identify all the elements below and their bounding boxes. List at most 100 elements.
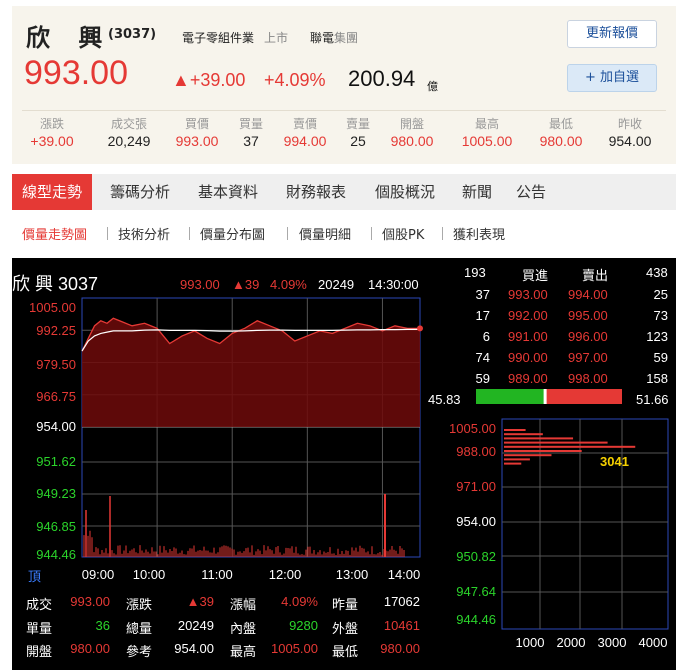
- divider: [189, 227, 190, 240]
- distribution-bar: [504, 450, 582, 452]
- stat-change: 漲跌 +39.00: [30, 117, 74, 149]
- distribution-x-tick: 3000: [598, 635, 627, 650]
- summary-label: 最低: [332, 644, 359, 659]
- y-tick-label: 951.62: [36, 454, 76, 469]
- summary-label: 總量: [126, 621, 153, 636]
- summary-value: 993.00: [70, 594, 110, 609]
- summary-label: 外盤: [332, 621, 359, 636]
- ob-total-bid: 193: [464, 265, 486, 280]
- main-tabs: 線型走勢 籌碼分析 基本資料 財務報表 個股概況 新聞 公告: [12, 174, 676, 210]
- trade-amount: 200.94: [348, 66, 416, 91]
- distribution-bar: [504, 441, 608, 444]
- summary-value: 1005.00: [271, 641, 318, 656]
- summary-value: 4.09%: [281, 594, 318, 609]
- y-tick-label: 1005.00: [29, 300, 76, 315]
- distribution-y-tick: 971.00: [456, 479, 496, 494]
- tab-overview[interactable]: 個股概況: [365, 174, 445, 210]
- subtab-technical[interactable]: 技術分析: [118, 224, 170, 243]
- summary-label: 單量: [26, 621, 53, 636]
- y-tick-label: 992.25: [36, 323, 76, 338]
- summary-value: 9280: [289, 618, 318, 633]
- subtab-details[interactable]: 價量明細: [299, 224, 351, 243]
- ob-ask-header: 賣出: [582, 268, 609, 283]
- stock-name: 欣 興: [26, 24, 113, 52]
- x-tick-label: 12:00: [269, 567, 302, 582]
- last-price-dot: [417, 325, 423, 332]
- stat-high: 最高 1005.00: [461, 117, 513, 149]
- chart-title: 欣 興 3037: [12, 274, 99, 294]
- distribution-x-tick: 2000: [557, 635, 586, 650]
- ob-bid-volume: 59: [475, 371, 490, 386]
- ob-bid-price: 991.00: [508, 329, 548, 344]
- summary-label: 漲幅: [230, 597, 257, 612]
- distribution-x-tick: 1000: [516, 635, 545, 650]
- divider: [107, 227, 108, 240]
- distribution-y-tick: 954.00: [456, 514, 496, 529]
- distribution-bar: [504, 433, 543, 436]
- chart-last-pct: 4.09%: [270, 277, 307, 292]
- distribution-bar: [504, 429, 526, 431]
- y-tick-label: 946.85: [36, 519, 76, 534]
- stat-volume: 成交張 20,249: [107, 117, 151, 149]
- tab-news[interactable]: 新聞: [452, 174, 502, 210]
- summary-label: 成交: [26, 597, 53, 612]
- quote-header: 欣 興 (3037) 電子零組件業 上市 聯電 集團 更新報價 + 加自選 99…: [12, 6, 676, 164]
- current-price: 993.00: [24, 54, 128, 92]
- tab-trend[interactable]: 線型走勢: [12, 174, 93, 210]
- stat-prev-close: 昨收 954.00: [608, 117, 652, 149]
- x-tick-label: 10:00: [133, 567, 166, 582]
- subtab-pk[interactable]: 個股PK: [382, 224, 424, 243]
- distribution-bar: [504, 454, 552, 457]
- stat-bid-volume: 買量 37: [238, 117, 264, 149]
- refresh-quote-button[interactable]: 更新報價: [567, 20, 657, 48]
- tab-financials[interactable]: 財務報表: [276, 174, 356, 210]
- stat-ask-volume: 賣量 25: [345, 117, 371, 149]
- distribution-y-tick: 950.82: [456, 549, 496, 564]
- x-tick-label: 14:00: [388, 567, 421, 582]
- tab-chips[interactable]: 籌碼分析: [100, 174, 180, 210]
- price-change-percent: +4.09%: [264, 70, 326, 90]
- ob-ask-price: 998.00: [568, 371, 608, 386]
- ob-bid-price: 989.00: [508, 371, 548, 386]
- summary-label: 漲跌: [126, 597, 153, 612]
- summary-label: 參考: [126, 644, 153, 659]
- subtab-profit[interactable]: 獲利表現: [453, 224, 505, 243]
- price-area: [82, 318, 420, 427]
- ratio-bar-ask: [544, 389, 622, 404]
- distribution-y-tick: 1005.00: [449, 421, 496, 436]
- ratio-right-value: 51.66: [636, 392, 669, 407]
- distribution-y-tick: 944.46: [456, 612, 496, 627]
- divider: [442, 227, 443, 240]
- market-label: 上市: [264, 31, 289, 45]
- chart-last-change: ▲39: [232, 277, 260, 292]
- tab-announcements[interactable]: 公告: [506, 174, 556, 210]
- chart-last-price: 993.00: [180, 277, 220, 292]
- stat-low: 最低 980.00: [539, 117, 583, 149]
- distribution-bar: [504, 437, 574, 440]
- divider: [371, 227, 372, 240]
- y-tick-label: 954.00: [36, 419, 76, 434]
- stock-code: (3037): [108, 27, 157, 42]
- ob-ask-volume: 73: [653, 308, 668, 323]
- subtab-price-volume[interactable]: 價量走勢圖: [22, 224, 87, 243]
- distribution-bar: [504, 445, 636, 448]
- distribution-y-tick: 947.64: [456, 584, 496, 599]
- divider: [22, 110, 666, 111]
- add-watchlist-button[interactable]: + 加自選: [567, 64, 657, 92]
- ob-ask-price: 997.00: [568, 350, 608, 365]
- ob-bid-header: 買進: [522, 268, 549, 283]
- tab-basic-info[interactable]: 基本資料: [188, 174, 268, 210]
- summary-label: 昨量: [332, 597, 359, 612]
- ob-ask-volume: 123: [646, 329, 668, 344]
- summary-value: 20249: [177, 618, 214, 633]
- summary-value: 980.00: [380, 641, 420, 656]
- ratio-left-value: 45.83: [428, 392, 461, 407]
- y-tick-label: 979.50: [36, 357, 76, 372]
- distribution-y-tick: 988.00: [456, 444, 496, 459]
- group-label: 聯電: [310, 31, 335, 45]
- summary-value: 954.00: [174, 641, 214, 656]
- ob-ask-volume: 158: [646, 371, 668, 386]
- trade-amount-unit: 億: [427, 80, 438, 93]
- stat-open: 開盤 980.00: [390, 117, 434, 149]
- subtab-distribution[interactable]: 價量分布圖: [200, 224, 265, 243]
